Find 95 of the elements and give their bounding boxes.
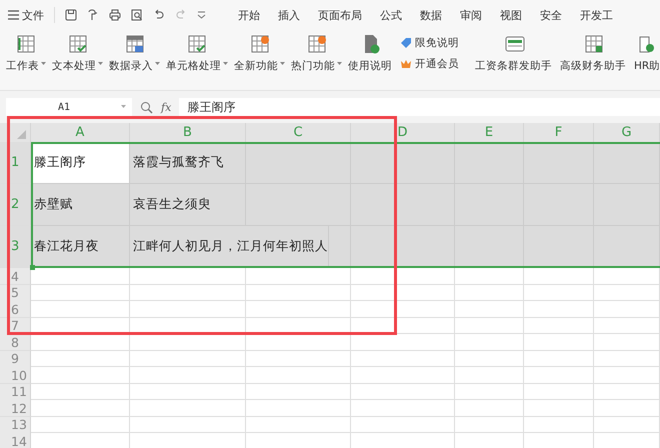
more-icon[interactable]: [197, 10, 206, 20]
table-icon: [16, 34, 36, 54]
name-box[interactable]: A1: [6, 98, 132, 116]
table-cell: [455, 384, 524, 400]
ribbon-button[interactable]: 全新功能: [234, 34, 285, 73]
table-cell: [594, 268, 660, 284]
table-cell: [594, 350, 660, 367]
table-cell: 江畔何人初见月，江月何年初照人: [130, 226, 329, 268]
slip-icon: [504, 34, 524, 54]
table-cell: [455, 318, 524, 334]
menu-tab[interactable]: 审阅: [460, 6, 482, 24]
table-cell: 落霞与孤鹜齐飞: [130, 142, 246, 184]
table-cell: [594, 284, 660, 301]
table-cell: [455, 301, 524, 318]
ribbon-button[interactable]: 使用说明: [348, 34, 394, 73]
table-cell: [524, 367, 594, 384]
ribbon-link[interactable]: 限免说明: [400, 36, 459, 50]
ribbon-link[interactable]: 开通会员: [400, 57, 459, 71]
table-cell: [524, 268, 594, 284]
table-cell: [594, 416, 660, 433]
caret-icon: [121, 105, 126, 109]
table-cell: 哀吾生之须臾: [130, 184, 246, 226]
table-cell: [455, 367, 524, 384]
ribbon-label: 全新功能: [234, 59, 278, 73]
table-cell: [524, 301, 594, 318]
ribbon-label: 数据录入: [109, 59, 153, 73]
ribbon-label: 工资条群发助手: [475, 59, 552, 73]
formula-input[interactable]: 滕王阁序: [179, 98, 660, 116]
ribbon-button[interactable]: 文本处理: [52, 34, 103, 73]
table-cell: [594, 367, 660, 384]
table-cell: [455, 400, 524, 416]
zoom-icon[interactable]: [140, 100, 153, 114]
ribbon-label: 文本处理: [52, 59, 96, 73]
table-cell: [455, 268, 524, 284]
tag-icon: [400, 37, 412, 49]
table-icon: [187, 34, 207, 54]
ribbon-label: 热门功能: [291, 59, 335, 73]
ribbon-label: 工作表: [6, 59, 39, 73]
ribbon-label: HR助: [634, 59, 660, 73]
table-cell: 赤壁赋: [31, 184, 130, 226]
menu-tab[interactable]: 视图: [500, 6, 522, 24]
print-icon[interactable]: [109, 9, 121, 21]
file-menu[interactable]: 文件: [8, 8, 44, 22]
table-cell: [524, 350, 594, 367]
table-icon: [306, 34, 326, 54]
undo-icon[interactable]: [153, 9, 165, 21]
crown-icon: [400, 59, 412, 69]
menu-icon: [8, 10, 19, 20]
table-cell: [455, 226, 524, 268]
table-cell: [524, 284, 594, 301]
table-cell: 春江花月夜: [31, 226, 130, 268]
table-cell: [455, 416, 524, 433]
ribbon-button[interactable]: 单元格处理: [166, 34, 228, 73]
ribbon-label: 高级财务助手: [560, 59, 626, 73]
table-icon: [124, 34, 144, 54]
table-icon: [584, 34, 604, 54]
menu-tab[interactable]: 公式: [380, 6, 402, 24]
table-cell: [594, 384, 660, 400]
print-preview-icon[interactable]: [131, 9, 143, 21]
table-cell: [524, 400, 594, 416]
menu-tab[interactable]: 开始: [238, 6, 260, 24]
table-cell: [524, 142, 594, 184]
table-cell: [524, 334, 594, 350]
table-icon: [68, 34, 88, 54]
table-cell: [455, 334, 524, 350]
table-cell: 滕王阁序: [31, 142, 130, 184]
table-cell: [594, 318, 660, 334]
table-cell: [524, 226, 594, 268]
ribbon-label: 单元格处理: [166, 59, 221, 73]
table-cell: [594, 400, 660, 416]
save-icon[interactable]: [65, 9, 77, 21]
table-cell: [594, 142, 660, 184]
menu-tab[interactable]: 数据: [420, 6, 442, 24]
table-cell: [594, 301, 660, 318]
ribbon-button[interactable]: 工资条群发助手: [475, 34, 554, 73]
table-cell: [455, 350, 524, 367]
table-cell: [455, 142, 524, 184]
table-cell: [524, 384, 594, 400]
ribbon-button[interactable]: 热门功能: [291, 34, 342, 73]
menu-tab[interactable]: 开发工: [580, 6, 613, 24]
ribbon-button[interactable]: HR助: [634, 34, 660, 73]
table-cell: [455, 284, 524, 301]
menu-tab[interactable]: 页面布局: [318, 6, 362, 24]
ribbon-button[interactable]: 数据录入: [109, 34, 160, 73]
table-cell: [594, 226, 660, 268]
function-label[interactable]: fx: [161, 100, 172, 114]
table-cell: [524, 416, 594, 433]
table-cell: [594, 334, 660, 350]
menu-tab[interactable]: 安全: [540, 6, 562, 24]
table-icon: [250, 34, 270, 54]
menu-tab[interactable]: 插入: [278, 6, 300, 24]
ribbon-button[interactable]: 工作表: [6, 34, 46, 73]
ribbon-label: 使用说明: [348, 59, 392, 73]
ribbon-button[interactable]: 高级财务助手: [560, 34, 628, 73]
table-cell: [524, 318, 594, 334]
